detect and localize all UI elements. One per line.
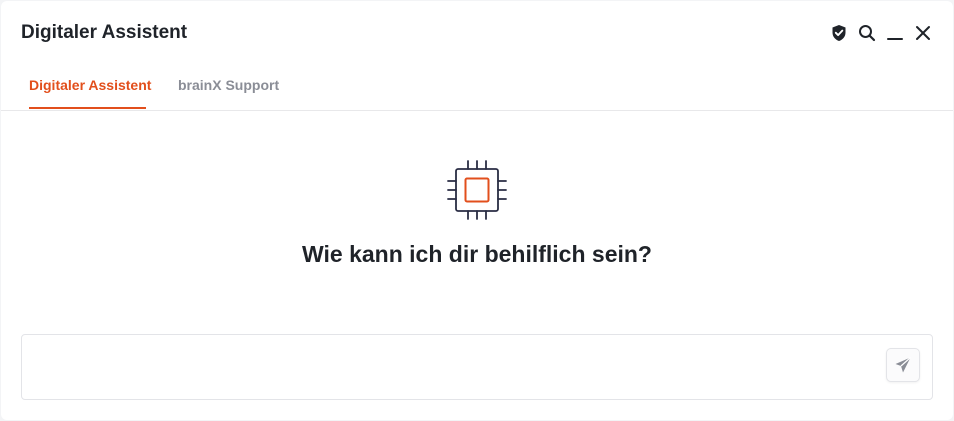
assistant-window: Digitaler Assistent Digitaler Assistent … — [1, 1, 953, 420]
search-icon[interactable] — [857, 23, 877, 43]
send-button[interactable] — [886, 348, 920, 382]
message-input[interactable] — [34, 345, 878, 393]
tab-brainx-support[interactable]: brainX Support — [178, 67, 279, 109]
cpu-chip-icon — [447, 160, 507, 220]
close-icon[interactable] — [913, 23, 933, 43]
window-title: Digitaler Assistent — [21, 22, 188, 43]
minimize-icon[interactable] — [885, 23, 905, 43]
tab-bar: Digitaler Assistent brainX Support — [1, 67, 953, 111]
title-bar: Digitaler Assistent — [1, 1, 953, 67]
welcome-prompt: Wie kann ich dir behilflich sein? — [302, 241, 652, 267]
welcome-section — [1, 157, 953, 223]
header-actions — [829, 23, 933, 43]
send-icon — [895, 357, 911, 373]
shield-check-icon[interactable] — [829, 23, 849, 43]
message-composer — [21, 334, 933, 400]
tab-digitaler-assistent[interactable]: Digitaler Assistent — [29, 67, 151, 109]
